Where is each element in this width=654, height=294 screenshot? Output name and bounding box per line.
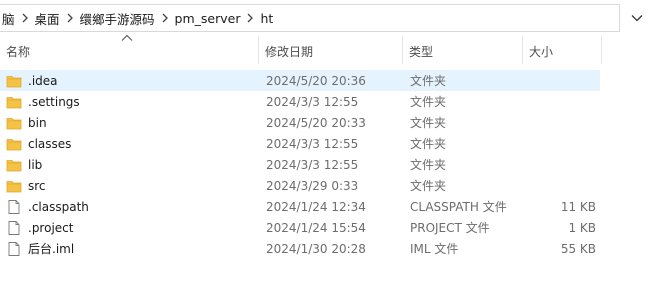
address-bar[interactable]: 脑 桌面 缳鄉手游源码 pm_server ht — [0, 4, 654, 32]
file-icon — [6, 220, 22, 236]
file-date: 2024/1/24 15:54 — [266, 220, 366, 235]
chevron-right-icon[interactable] — [157, 5, 173, 31]
folder-icon — [6, 94, 22, 110]
file-type: CLASSPATH 文件 — [410, 200, 507, 214]
folder-icon — [6, 136, 22, 152]
chevron-down-icon[interactable] — [631, 14, 643, 22]
file-icon — [6, 241, 22, 257]
file-name: .idea — [28, 73, 58, 88]
column-divider[interactable] — [601, 36, 602, 64]
file-type: 文件夹 — [410, 116, 447, 130]
file-name: lib — [28, 157, 43, 172]
file-type: 文件夹 — [410, 74, 447, 88]
file-row[interactable]: .settings 2024/3/3 12:55 文件夹 — [0, 91, 600, 112]
file-date: 2024/5/20 20:36 — [266, 73, 366, 88]
file-size — [520, 133, 596, 154]
file-type: 文件夹 — [410, 95, 447, 109]
column-type[interactable]: 类型 — [403, 36, 522, 66]
file-date: 2024/1/30 20:28 — [266, 241, 366, 256]
file-row[interactable]: lib 2024/3/3 12:55 文件夹 — [0, 154, 600, 175]
chevron-right-icon[interactable] — [242, 5, 258, 31]
column-date[interactable]: 修改日期 — [259, 36, 402, 66]
file-size — [520, 91, 596, 112]
folder-icon — [6, 115, 22, 131]
breadcrumb[interactable]: 脑 桌面 缳鄉手游源码 pm_server ht — [0, 4, 620, 32]
file-date: 2024/3/29 0:33 — [266, 178, 359, 193]
file-size: 55 KB — [560, 241, 596, 256]
file-row[interactable]: classes 2024/3/3 12:55 文件夹 — [0, 133, 600, 154]
file-date: 2024/3/3 12:55 — [266, 136, 359, 151]
column-size[interactable]: 大小 — [523, 36, 601, 66]
file-row[interactable]: src 2024/3/29 0:33 文件夹 — [0, 175, 600, 196]
file-icon — [6, 199, 22, 215]
file-date: 2024/3/3 12:55 — [266, 94, 359, 109]
file-row[interactable]: .classpath 2024/1/24 12:34 CLASSPATH 文件 … — [0, 196, 600, 217]
file-size: 11 KB — [560, 199, 596, 214]
chevron-right-icon[interactable] — [17, 5, 33, 31]
breadcrumb-item-ht[interactable]: ht — [258, 5, 275, 31]
file-date: 2024/1/24 12:34 — [266, 199, 366, 214]
breadcrumb-item-desktop[interactable]: 桌面 — [33, 5, 62, 31]
file-type: 文件夹 — [410, 137, 447, 151]
file-name: src — [28, 178, 46, 193]
file-size — [520, 112, 596, 133]
folder-icon — [6, 157, 22, 173]
address-history-dropdown[interactable] — [624, 4, 650, 32]
column-header: 名称 修改日期 类型 大小 — [0, 34, 654, 66]
file-type: 文件夹 — [410, 158, 447, 172]
file-row[interactable]: 后台.iml 2024/1/30 20:28 IML 文件 55 KB — [0, 238, 600, 259]
file-type: PROJECT 文件 — [410, 221, 490, 235]
file-size — [520, 154, 596, 175]
file-size: 1 KB — [568, 220, 596, 235]
file-name: .settings — [28, 94, 80, 109]
file-row[interactable]: .project 2024/1/24 15:54 PROJECT 文件 1 KB — [0, 217, 600, 238]
file-row[interactable]: .idea 2024/5/20 20:36 文件夹 — [0, 70, 600, 91]
file-name: bin — [28, 115, 47, 130]
file-size — [520, 175, 596, 196]
folder-icon — [6, 73, 22, 89]
file-size — [520, 70, 596, 91]
file-date: 2024/3/3 12:55 — [266, 157, 359, 172]
column-name[interactable]: 名称 — [0, 36, 258, 66]
breadcrumb-item-game-source[interactable]: 缳鄉手游源码 — [78, 5, 157, 31]
breadcrumb-item-pm-server[interactable]: pm_server — [173, 5, 243, 31]
file-name: classes — [28, 136, 72, 151]
chevron-right-icon[interactable] — [62, 5, 78, 31]
file-date: 2024/5/20 20:33 — [266, 115, 366, 130]
file-row[interactable]: bin 2024/5/20 20:33 文件夹 — [0, 112, 600, 133]
file-type: 文件夹 — [410, 179, 447, 193]
file-name: .classpath — [28, 199, 89, 214]
file-type: IML 文件 — [410, 242, 459, 256]
file-name: .project — [28, 220, 74, 235]
folder-icon — [6, 178, 22, 194]
breadcrumb-item-pc[interactable]: 脑 — [0, 5, 17, 31]
file-name: 后台.iml — [28, 242, 75, 256]
